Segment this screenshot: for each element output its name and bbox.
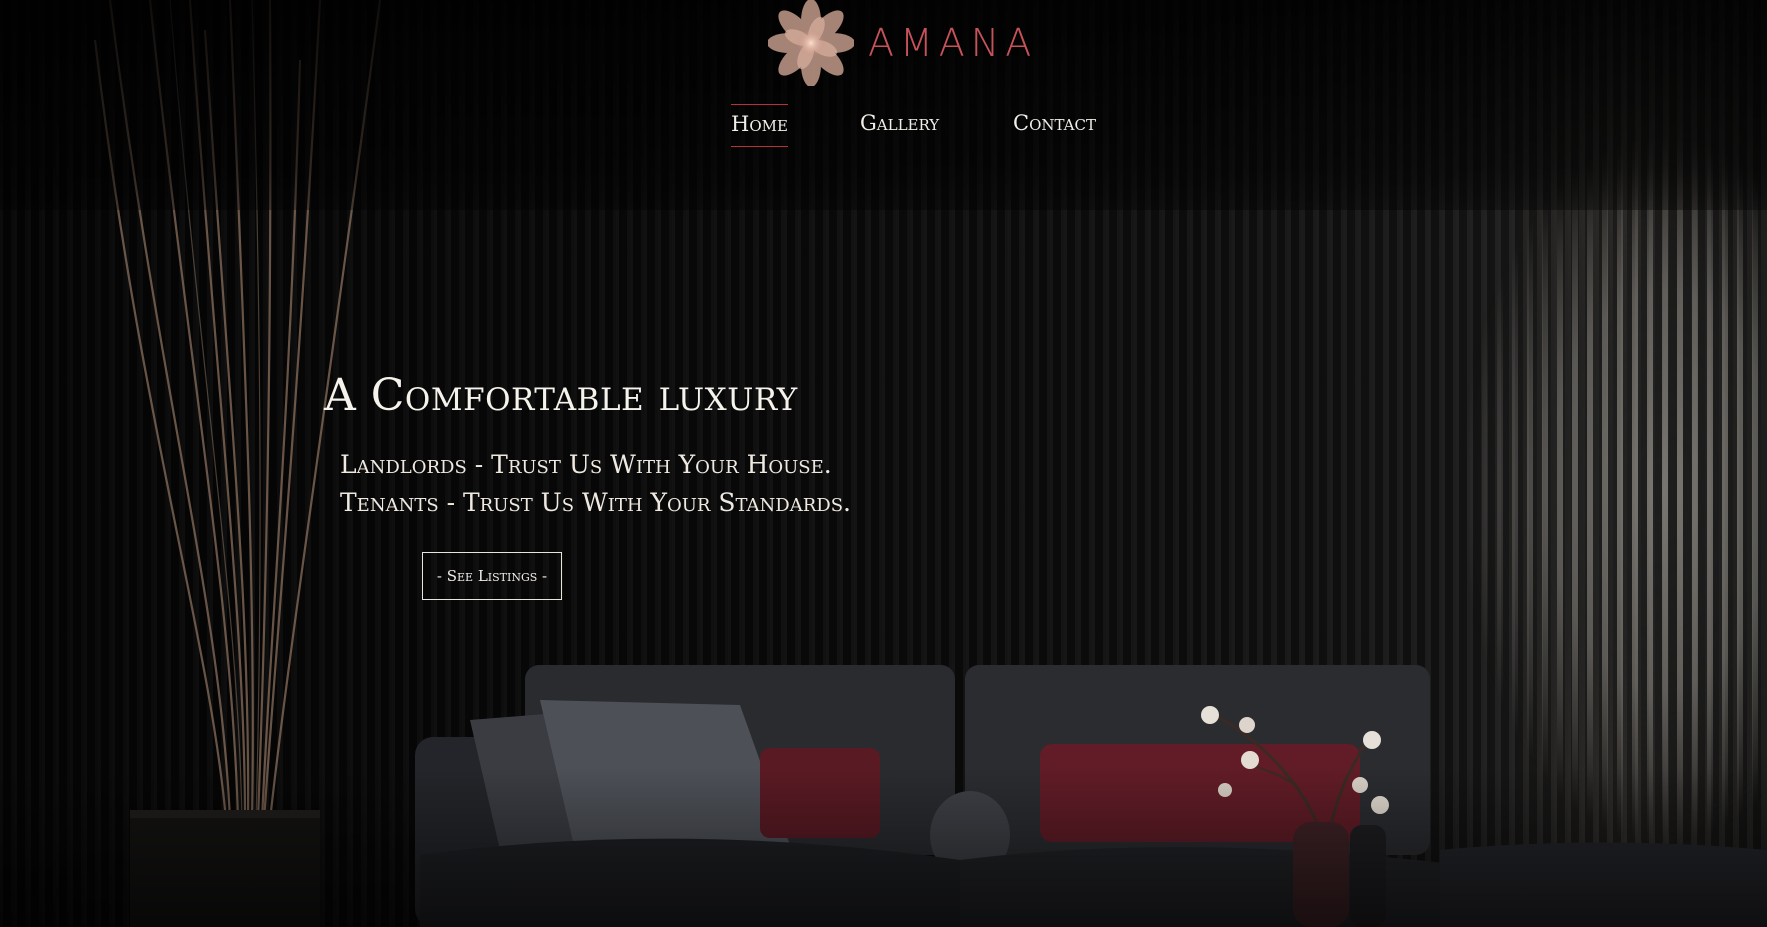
site-header: AMANA Home Gallery Contact [0, 0, 1767, 150]
nav-item-contact[interactable]: Contact [1013, 104, 1096, 145]
hero-tagline-tenants: Tenants - Trust Us With Your Standards. [340, 488, 851, 517]
brand-logo-link[interactable]: AMANA [768, 0, 1037, 86]
see-listings-button[interactable]: - See Listings - [422, 552, 562, 600]
hero-taglines: Landlords - Trust Us With Your House. Te… [340, 446, 851, 522]
hero-tagline-landlords: Landlords - Trust Us With Your House. [340, 450, 832, 479]
hero-title: A Comfortable luxury [324, 370, 798, 421]
main-navigation: Home Gallery Contact [0, 104, 1767, 148]
nav-item-gallery[interactable]: Gallery [860, 104, 939, 145]
brand-name: AMANA [868, 21, 1038, 65]
nav-item-home[interactable]: Home [731, 104, 788, 148]
lotus-flower-icon [768, 0, 854, 86]
